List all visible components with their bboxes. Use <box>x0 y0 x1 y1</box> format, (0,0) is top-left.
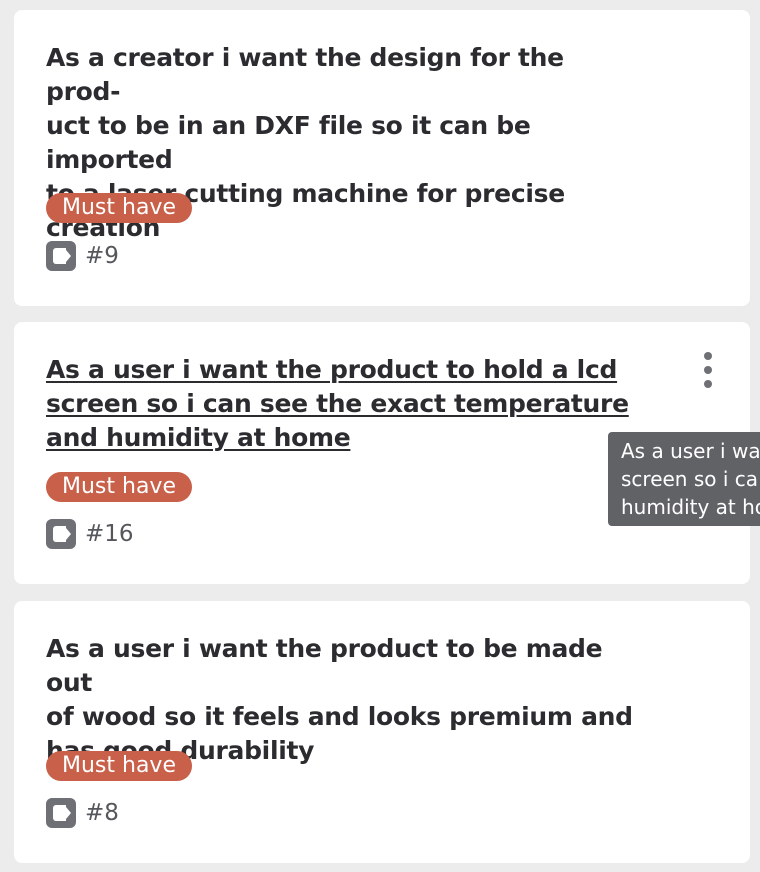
issue-reference: #9 <box>46 241 119 271</box>
tooltip-line: As a user i wa <box>621 439 760 463</box>
issue-icon <box>46 241 76 271</box>
tooltip-line: humidity at ho <box>621 495 760 519</box>
card-title-line: uct to be in an DXF file so it can be im… <box>46 111 531 174</box>
priority-label[interactable]: Must have <box>46 193 192 223</box>
issue-icon <box>46 798 76 828</box>
issue-number: #8 <box>85 800 119 826</box>
menu-dot <box>704 380 712 388</box>
project-board-column: As a creator i want the design for the p… <box>0 0 760 872</box>
card-title-line: As a user i want the product to hold a l… <box>46 355 618 384</box>
card-title-link[interactable]: As a user i want the product to hold a l… <box>46 353 646 455</box>
card-title-line: of wood so it feels and looks premium an… <box>46 702 633 731</box>
card-title-line: and humidity at home <box>46 423 351 452</box>
priority-label[interactable]: Must have <box>46 751 192 781</box>
menu-dot <box>704 352 712 360</box>
priority-label[interactable]: Must have <box>46 472 192 502</box>
issue-reference: #8 <box>46 798 119 828</box>
card-title-line: As a creator i want the design for the p… <box>46 43 564 106</box>
issue-number: #9 <box>85 243 119 269</box>
card-title-line: As a user i want the product to be made … <box>46 634 603 697</box>
issue-card[interactable]: As a user i want the product to be made … <box>14 601 750 863</box>
card-title-line: screen so i can see the exact temperatur… <box>46 389 629 418</box>
issue-reference: #16 <box>46 519 134 549</box>
issue-card[interactable]: As a creator i want the design for the p… <box>14 10 750 306</box>
issue-icon <box>46 519 76 549</box>
kebab-menu-icon[interactable] <box>701 352 715 388</box>
title-tooltip: As a user i wa screen so i ca humidity a… <box>608 432 760 526</box>
issue-number: #16 <box>85 521 134 547</box>
menu-dot <box>704 366 712 374</box>
tooltip-line: screen so i ca <box>621 467 759 491</box>
card-title[interactable]: As a user i want the product to be made … <box>46 632 646 768</box>
